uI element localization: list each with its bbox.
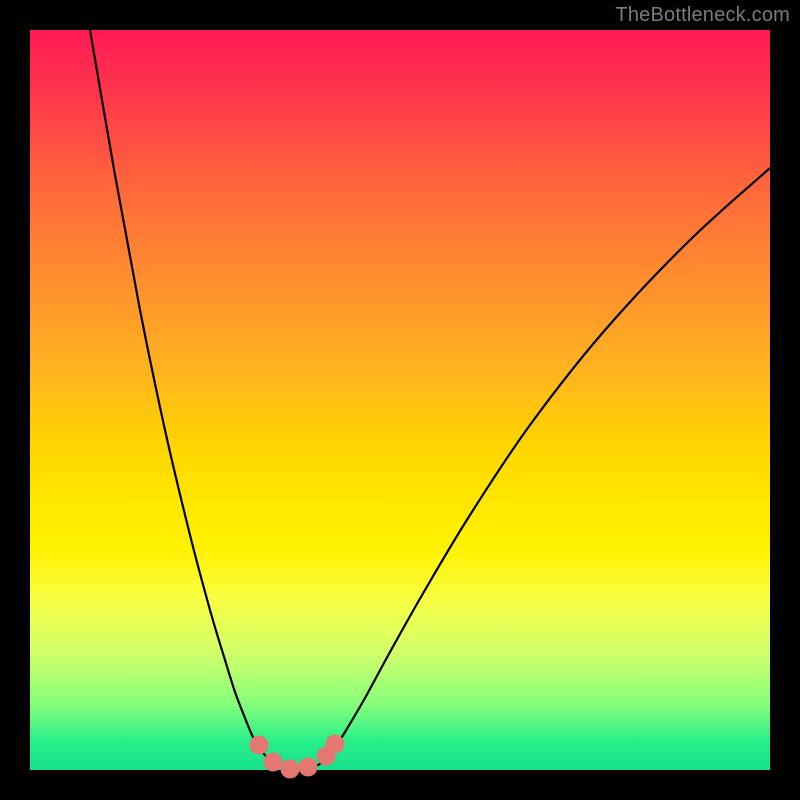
curve-marker: [281, 760, 300, 779]
watermark-text: TheBottleneck.com: [615, 4, 790, 27]
plot-area: [30, 30, 770, 770]
curve-marker: [299, 758, 318, 777]
curve-marker: [250, 736, 269, 755]
curve-markers: [250, 735, 345, 779]
curve-line: [90, 30, 770, 769]
curve-marker: [326, 735, 345, 754]
bottleneck-curve: [30, 30, 770, 770]
curve-marker: [264, 753, 283, 772]
